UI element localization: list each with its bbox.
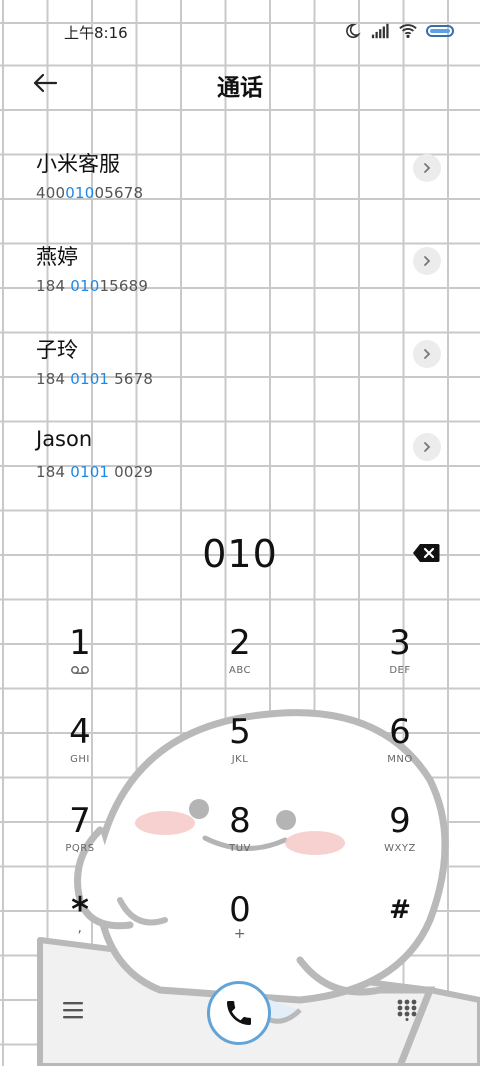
dial-key-8[interactable]: 8 TUV (185, 801, 295, 873)
key-digit: # (389, 895, 411, 925)
contact-name: 燕婷 (36, 245, 78, 269)
key-digit: 8 (229, 801, 251, 841)
key-letters: MNO (387, 754, 413, 765)
chevron-right-icon[interactable] (413, 433, 441, 461)
dialpad-icon[interactable] (397, 999, 417, 1021)
status-icons (342, 22, 454, 40)
key-digit: 7 (69, 801, 91, 841)
chevron-right-icon[interactable] (413, 247, 441, 275)
key-digit: 4 (69, 712, 91, 752)
key-letters: , (77, 920, 83, 936)
contact-number: 184 01015689 (36, 277, 149, 295)
dial-key-1[interactable]: 1 (25, 623, 135, 695)
contact-row[interactable]: Jason 184 0101 0029 (0, 427, 480, 513)
signal-icon (371, 23, 389, 39)
contact-row[interactable]: 子玲 184 0101 5678 (0, 334, 480, 420)
moon-icon (346, 23, 361, 39)
phone-icon (227, 1001, 251, 1025)
key-letters: JKL (231, 754, 249, 765)
key-digit: 2 (229, 623, 251, 663)
key-letters: WXYZ (384, 843, 416, 854)
status-time: 上午8:16 (64, 24, 128, 42)
key-letters: TUV (229, 843, 251, 854)
contact-number: 40001005678 (36, 184, 144, 202)
key-digit: 3 (389, 623, 411, 663)
dial-key-5[interactable]: 5 JKL (185, 712, 295, 784)
dial-key-star[interactable]: * , (25, 890, 135, 962)
key-digit: 1 (69, 623, 91, 663)
dial-key-hash[interactable]: # (345, 890, 455, 962)
key-digit: 5 (229, 712, 251, 752)
dial-key-6[interactable]: 6 MNO (345, 712, 455, 784)
contact-name: 子玲 (36, 338, 78, 362)
chevron-right-icon[interactable] (413, 154, 441, 182)
dial-key-7[interactable]: 7 PQRS (25, 801, 135, 873)
key-letters: GHI (70, 754, 90, 765)
dial-key-9[interactable]: 9 WXYZ (345, 801, 455, 873)
dial-key-0[interactable]: 0 + (185, 890, 295, 962)
key-letters: + (233, 926, 247, 942)
key-digit: 0 (229, 890, 251, 930)
key-digit: 9 (389, 801, 411, 841)
status-bar: 上午8:16 (0, 0, 480, 60)
key-letters: DEF (389, 665, 411, 676)
call-button[interactable] (207, 981, 271, 1045)
wifi-icon (399, 24, 417, 39)
page-title: 通话 (217, 75, 263, 101)
menu-icon[interactable] (62, 1000, 84, 1020)
dial-input-display[interactable]: 010 (0, 532, 480, 576)
chevron-right-icon[interactable] (413, 340, 441, 368)
contact-name: 小米客服 (36, 152, 120, 176)
key-letters: PQRS (65, 843, 95, 854)
key-letters: ABC (228, 665, 251, 676)
dial-key-2[interactable]: 2 ABC (185, 623, 295, 695)
backspace-icon[interactable] (412, 543, 440, 563)
dial-key-3[interactable]: 3 DEF (345, 623, 455, 695)
contact-number: 184 0101 0029 (36, 463, 154, 481)
key-digit: 6 (389, 712, 411, 752)
dial-key-4[interactable]: 4 GHI (25, 712, 135, 784)
contact-name: Jason (36, 427, 93, 451)
contact-row[interactable]: 燕婷 184 01015689 (0, 241, 480, 327)
app-bar: 通话 (0, 60, 480, 106)
battery-icon (426, 25, 454, 37)
contact-number: 184 0101 5678 (36, 370, 154, 388)
voicemail-icon (71, 666, 89, 674)
contact-row[interactable]: 小米客服 40001005678 (0, 148, 480, 234)
